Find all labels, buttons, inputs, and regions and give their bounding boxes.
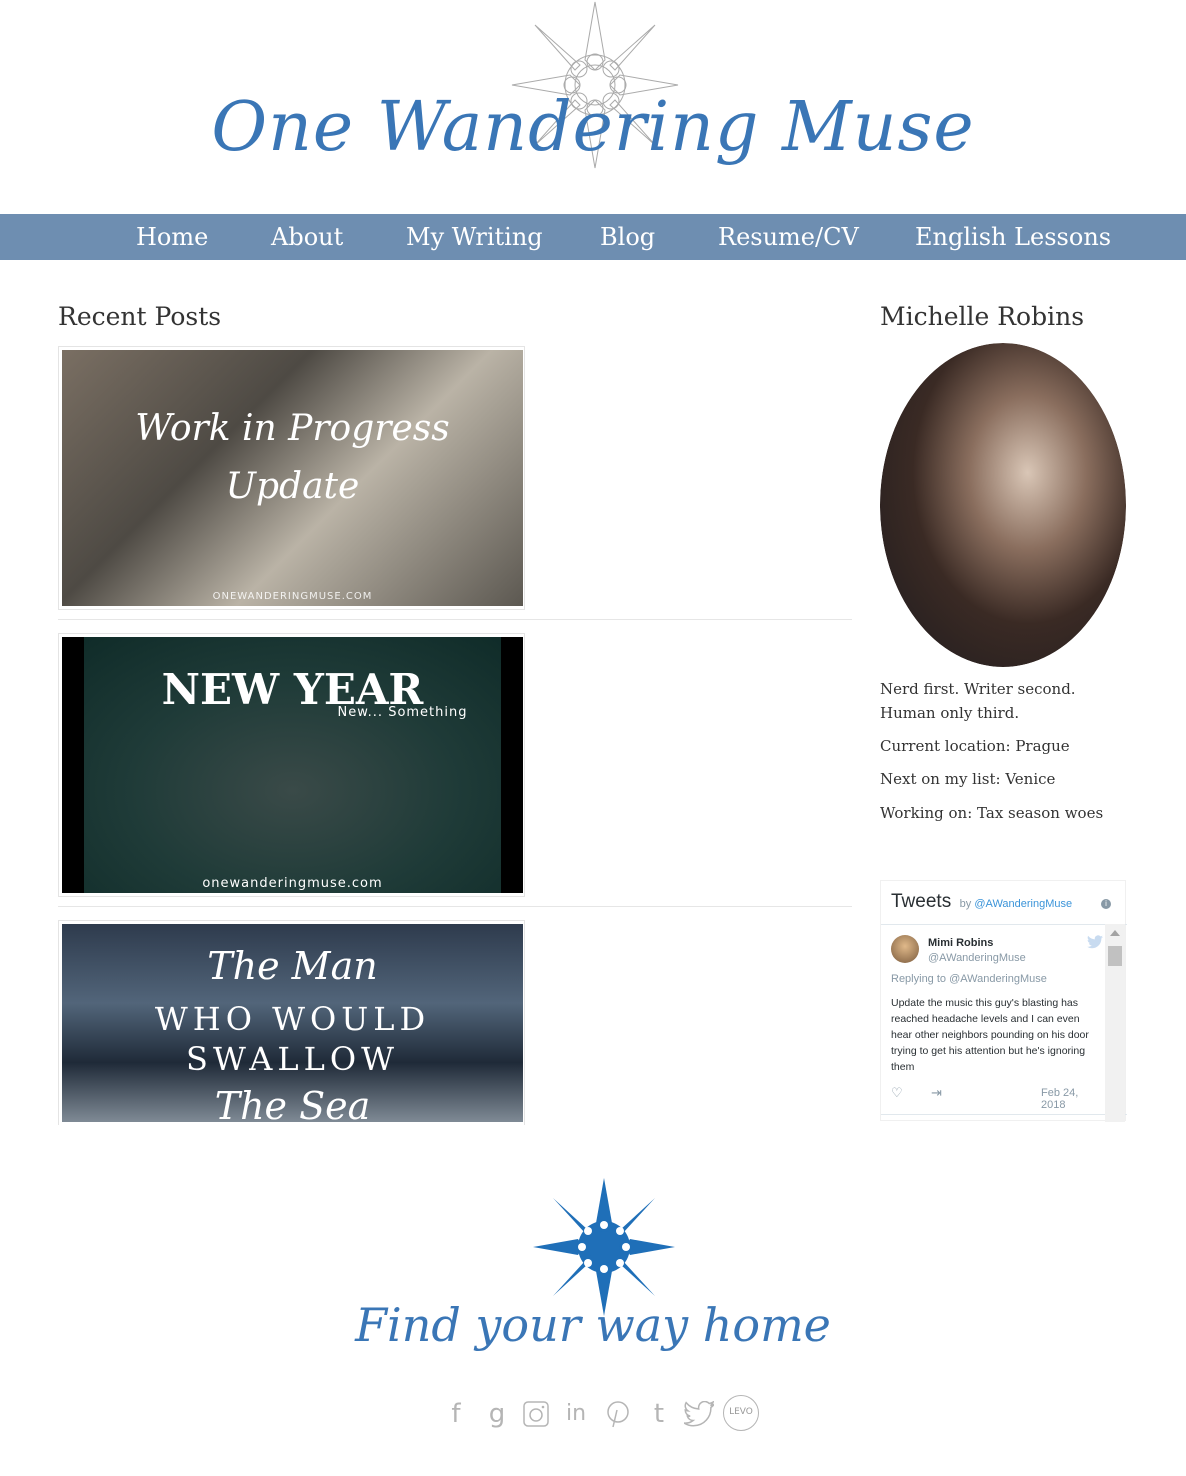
twitter-icon[interactable] xyxy=(683,1398,717,1430)
pinterest-icon[interactable] xyxy=(604,1398,632,1430)
bio-working-on: Working on: Tax season woes xyxy=(880,804,1104,822)
post-divider xyxy=(58,619,852,620)
tumblr-icon[interactable]: t xyxy=(645,1398,673,1430)
divider xyxy=(881,1114,1127,1115)
tweet-text: Update the music this guy's blasting has… xyxy=(891,997,1089,1073)
post-title-line: WHO WOULD xyxy=(154,1000,431,1038)
instagram-icon[interactable] xyxy=(522,1398,550,1430)
tweet-date[interactable]: Feb 24, 2018 xyxy=(1041,1087,1101,1111)
divider xyxy=(881,924,1127,925)
twitter-handle-link[interactable]: @AWanderingMuse xyxy=(974,898,1072,910)
recent-posts-heading: Recent Posts xyxy=(58,302,222,331)
author-photo xyxy=(880,343,1126,667)
post-card-new-year[interactable]: NEW YEAR New... Something onewanderingmu… xyxy=(58,633,525,897)
facebook-icon[interactable]: f xyxy=(442,1398,470,1430)
post-divider xyxy=(58,906,852,907)
tweet-avatar[interactable] xyxy=(891,935,919,963)
bio-line: Nerd first. Writer second. xyxy=(880,680,1076,698)
post-thumbnail[interactable]: NEW YEAR New... Something onewanderingmu… xyxy=(62,637,523,893)
post-watermark: onewanderingmuse.com xyxy=(202,876,383,891)
twitter-by-label: by xyxy=(959,898,972,910)
linkedin-icon[interactable]: in xyxy=(562,1398,590,1430)
footer-tagline: Find your way home xyxy=(355,1298,831,1352)
nav-item-about[interactable]: About xyxy=(271,214,343,260)
post-thumbnail[interactable]: The Man WHO WOULD SWALLOW The Sea xyxy=(62,924,523,1122)
post-title-line: Work in Progress xyxy=(135,408,450,449)
compass-star-footer-icon xyxy=(533,1178,675,1316)
post-title-line: The Sea xyxy=(214,1084,371,1122)
nav-item-my-writing[interactable]: My Writing xyxy=(406,214,543,260)
post-subtitle: New... Something xyxy=(337,705,468,720)
post-watermark: ONEWANDERINGMUSE.COM xyxy=(212,591,373,602)
tweet-reply-context[interactable]: Replying to @AWanderingMuse xyxy=(891,973,1047,985)
scrollbar-thumb[interactable] xyxy=(1108,946,1122,966)
post-card-work-in-progress[interactable]: Work in Progress Update ONEWANDERINGMUSE… xyxy=(58,346,525,610)
tweet-author-name[interactable]: Mimi Robins xyxy=(928,937,993,949)
info-icon[interactable]: i xyxy=(1101,899,1111,909)
post-card-man-who-would-swallow-the-sea[interactable]: The Man WHO WOULD SWALLOW The Sea xyxy=(58,920,525,1125)
post-thumbnail[interactable]: Work in Progress Update ONEWANDERINGMUSE… xyxy=(62,350,523,606)
bio-line: Human only third. xyxy=(880,704,1020,722)
twitter-widget-by: by @AWanderingMuse xyxy=(960,898,1072,910)
bio-location: Current location: Prague xyxy=(880,737,1070,755)
bio-next: Next on my list: Venice xyxy=(880,770,1056,788)
scroll-up-arrow-icon[interactable] xyxy=(1110,930,1120,936)
post-title-line: Update xyxy=(225,466,360,507)
goodreads-icon[interactable]: g xyxy=(483,1398,511,1430)
tweet-author-handle[interactable]: @AWanderingMuse xyxy=(928,952,1026,964)
post-title-line: The Man xyxy=(207,944,378,988)
twitter-widget-header: Tweets by @AWanderingMuse xyxy=(891,891,1072,913)
twitter-widget-title: Tweets xyxy=(891,891,952,912)
twitter-timeline-widget: Tweets by @AWanderingMuse i Mimi Robins … xyxy=(880,880,1127,1122)
post-title-line: SWALLOW xyxy=(186,1040,399,1078)
site-header: One Wandering Muse xyxy=(0,0,1186,214)
levo-icon[interactable]: LEVO xyxy=(723,1395,759,1431)
author-name-heading: Michelle Robins xyxy=(880,302,1085,331)
site-title[interactable]: One Wandering Muse xyxy=(0,88,1186,167)
nav-item-home[interactable]: Home xyxy=(136,214,208,260)
heart-icon[interactable]: ♡ xyxy=(891,1085,903,1101)
twitter-bird-icon[interactable] xyxy=(1087,935,1103,952)
nav-item-resume-cv[interactable]: Resume/CV xyxy=(718,214,859,260)
nav-item-english-lessons[interactable]: English Lessons xyxy=(915,214,1111,260)
main-nav: Home About My Writing Blog Resume/CV Eng… xyxy=(0,214,1186,260)
twitter-widget-scrollbar[interactable] xyxy=(1105,924,1125,1122)
share-icon[interactable]: ⇥ xyxy=(931,1085,942,1101)
nav-item-blog[interactable]: Blog xyxy=(600,214,655,260)
